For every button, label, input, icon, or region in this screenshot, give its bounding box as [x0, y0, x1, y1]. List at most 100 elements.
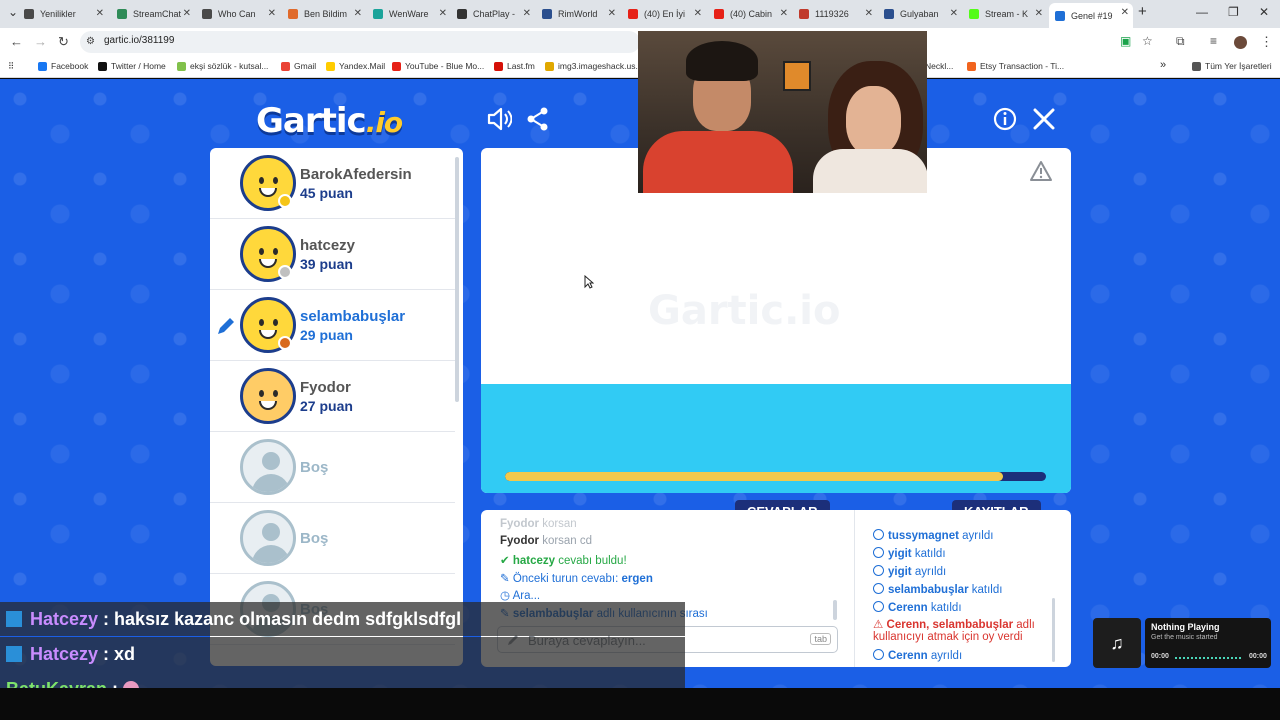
browser-tab[interactable]: Genel #19 ✕ — [1049, 3, 1133, 28]
browser-tab[interactable]: ChatPlay - ✕ — [451, 4, 535, 24]
extensions-icon[interactable]: ⧉ — [1176, 34, 1185, 49]
tab-favicon-icon — [202, 9, 212, 19]
player-row[interactable]: hatcezy 39 puan — [210, 219, 455, 290]
bookmark-item[interactable]: Yandex.Mail — [326, 61, 385, 71]
tab-close-icon[interactable]: ✕ — [439, 8, 447, 19]
share-icon[interactable] — [525, 106, 551, 132]
browser-tab[interactable]: Stream - K ✕ — [963, 4, 1047, 24]
tab-label: WenWare — [389, 9, 429, 19]
info-icon[interactable] — [992, 106, 1018, 132]
clock-icon: ◷ — [500, 590, 511, 602]
stream-bottom-bar — [0, 688, 1280, 720]
empty-player-slot[interactable]: Boş — [210, 432, 455, 503]
bookmark-item[interactable]: Last.fm — [494, 61, 535, 71]
tab-close-icon[interactable]: ✕ — [780, 8, 788, 19]
bookmark-item[interactable]: Tüm Yer İşaretleri — [1192, 61, 1272, 71]
bookmark-star-icon[interactable]: ☆ — [1142, 34, 1153, 48]
player-row[interactable]: Fyodor 27 puan — [210, 361, 455, 432]
browser-tab[interactable]: Gulyaban ✕ — [878, 4, 962, 24]
answer-user: Fyodor — [500, 535, 539, 547]
rank-badge — [278, 265, 292, 279]
tab-close-icon[interactable]: ✕ — [608, 8, 616, 19]
browser-tab[interactable]: (40) Cabin ✕ — [708, 4, 792, 24]
tab-close-icon[interactable]: ✕ — [268, 8, 276, 19]
player-row[interactable]: BarokAfedersin 45 puan — [210, 148, 455, 219]
bookmark-favicon-icon — [177, 61, 186, 71]
reload-icon[interactable]: ↻ — [58, 34, 69, 50]
bookmark-item[interactable]: Twitter / Home — [98, 61, 166, 71]
tab-label: RimWorld — [558, 9, 598, 19]
url-text[interactable]: gartic.io/381199 — [104, 35, 174, 46]
tab-close-icon[interactable]: ✕ — [694, 8, 702, 19]
bookmark-item[interactable]: Gmail — [281, 61, 316, 71]
tab-close-icon[interactable]: ✕ — [950, 8, 958, 19]
browser-tab[interactable]: Ben Bildim ✕ — [282, 4, 366, 24]
tab-close-icon[interactable]: ✕ — [354, 8, 362, 19]
player-name: hatcezy — [300, 237, 356, 254]
tab-close-icon[interactable]: ✕ — [523, 8, 531, 19]
webcam-poster — [783, 61, 811, 91]
menu-icon[interactable]: ⋮ — [1260, 34, 1273, 50]
tab-close-icon[interactable]: ✕ — [865, 8, 873, 19]
tab-close-icon[interactable]: ✕ — [183, 8, 191, 19]
player-points: 45 puan — [300, 185, 353, 201]
tab-label: Genel #19 — [1071, 10, 1113, 21]
report-warning-icon[interactable] — [1029, 160, 1053, 182]
answers-scrollbar[interactable] — [833, 600, 837, 620]
browser-tab[interactable]: (40) En İyi ✕ — [622, 4, 706, 24]
info-circle-icon — [873, 529, 884, 540]
tab-search-icon[interactable]: ⌄ — [8, 5, 18, 19]
bookmark-item[interactable]: img3.imageshack.us... — [545, 61, 643, 71]
back-icon[interactable]: ← — [10, 34, 23, 49]
music-widget: ♫ Nothing Playing Get the music started … — [1093, 618, 1271, 668]
browser-tab[interactable]: Who Can ✕ — [196, 4, 280, 24]
music-time-end: 00:00 — [1249, 653, 1267, 660]
close-icon[interactable] — [1031, 106, 1057, 132]
player-list-scrollbar[interactable] — [455, 157, 459, 402]
drawing-canvas[interactable]: Gartic.io — [481, 148, 1071, 493]
forward-icon[interactable]: → — [34, 34, 47, 49]
empty-slot-label: Boş — [300, 459, 329, 476]
tab-close-icon[interactable]: ✕ — [1121, 7, 1129, 18]
browser-tab[interactable]: StreamChat ✕ — [111, 4, 195, 24]
sound-icon[interactable] — [486, 106, 512, 132]
player-row[interactable]: selambabuşlar 29 puan — [210, 290, 455, 361]
answer-text: ergen — [621, 573, 653, 585]
empty-avatar-icon — [240, 510, 296, 566]
bookmark-item[interactable]: Etsy Transaction - Ti... — [967, 61, 1064, 71]
warning-icon: ⚠ — [873, 619, 884, 631]
new-tab-button[interactable]: + — [1138, 3, 1147, 20]
answer-line: Fyodor korsan cd — [500, 535, 592, 547]
logs-scrollbar[interactable] — [1052, 598, 1055, 662]
tab-label: (40) Cabin — [730, 9, 773, 19]
answer-line: ✔ hatcezy cevabı buldu! — [500, 553, 627, 567]
more-bookmarks-icon[interactable]: » — [1160, 59, 1166, 71]
bookmark-item[interactable]: YouTube - Blue Mo... — [392, 61, 484, 71]
media-control-icon[interactable]: ≡ — [1210, 34, 1217, 48]
empty-player-slot[interactable]: Boş — [210, 503, 455, 574]
browser-tab[interactable]: 1119326 ✕ — [793, 4, 877, 24]
music-progress — [1175, 657, 1241, 659]
bookmark-favicon-icon — [392, 61, 401, 71]
apps-icon[interactable]: ⠿ — [8, 61, 14, 72]
check-icon: ✔ — [500, 555, 510, 567]
minimize-button[interactable]: — — [1196, 5, 1208, 19]
profile-avatar[interactable] — [1234, 36, 1247, 49]
maximize-button[interactable]: ❐ — [1228, 5, 1239, 19]
bookmark-item[interactable]: ekşi sözlük - kutsal... — [177, 61, 268, 71]
bookmark-item[interactable]: Facebook — [38, 61, 88, 71]
tab-label: Gulyaban — [900, 9, 939, 19]
logo-main-text: Gartic — [256, 101, 367, 141]
browser-tab[interactable]: RimWorld ✕ — [536, 4, 620, 24]
browser-tab[interactable]: WenWare ✕ — [367, 4, 451, 24]
log-line: Cerenn ayrıldı — [873, 649, 962, 662]
tab-close-icon[interactable]: ✕ — [96, 8, 104, 19]
cast-icon[interactable]: ▣ — [1120, 34, 1131, 48]
site-info-icon[interactable]: ⚙ — [86, 36, 95, 47]
browser-tab[interactable]: Yenilikler ✕ — [18, 4, 108, 24]
window-close-button[interactable]: ✕ — [1259, 5, 1269, 19]
tab-close-icon[interactable]: ✕ — [1035, 8, 1043, 19]
player-points: 29 puan — [300, 327, 353, 343]
gartic-logo: Gartic.io — [256, 101, 403, 141]
bookmark-label: Last.fm — [507, 61, 535, 71]
